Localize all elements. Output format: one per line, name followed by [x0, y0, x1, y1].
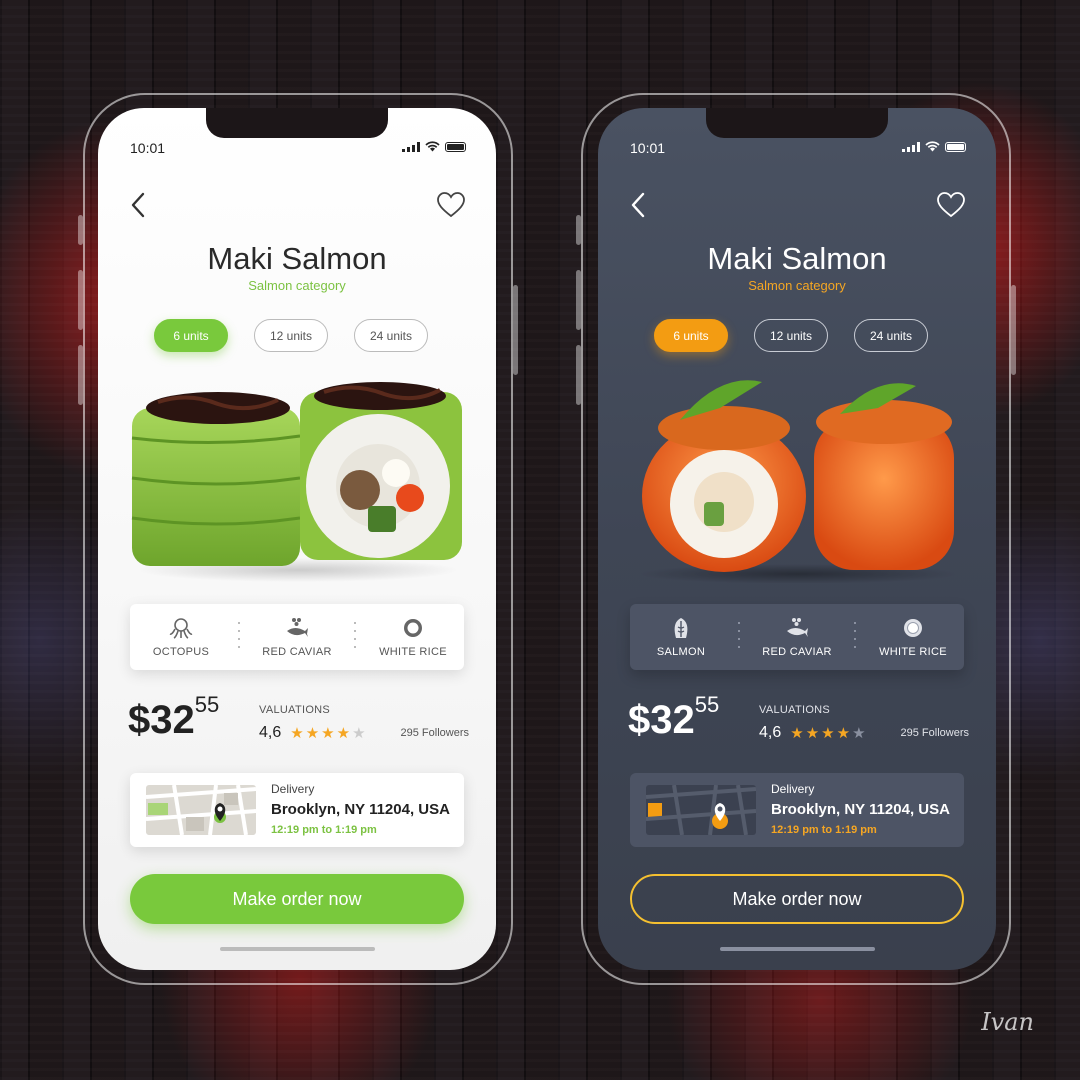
rice-icon: [901, 617, 925, 639]
ingredient-label: SALMON: [656, 645, 706, 658]
unit-option-12[interactable]: 12 units: [254, 319, 328, 352]
delivery-card[interactable]: Delivery Brooklyn, NY 11204, USA 12:19 p…: [130, 773, 464, 847]
status-time: 10:01: [630, 140, 666, 156]
status-icons: [402, 141, 466, 152]
battery-icon: [945, 141, 966, 152]
caviar-icon: [785, 617, 809, 639]
ingredient-item[interactable]: RED CAVIAR: [252, 617, 342, 658]
followers-count[interactable]: 295 Followers: [401, 727, 469, 739]
star-icon: ★: [852, 724, 866, 742]
map-thumbnail: [146, 785, 256, 835]
notch: [206, 108, 388, 138]
octopus-icon: [169, 617, 193, 639]
notch: [706, 108, 888, 138]
delivery-time: 12:19 pm to 1:19 pm: [771, 824, 877, 836]
valuations-label: VALUATIONS: [259, 704, 331, 716]
star-icon: ★: [290, 724, 304, 742]
unit-option-24[interactable]: 24 units: [354, 319, 428, 352]
product-category[interactable]: Salmon category: [598, 278, 996, 293]
unit-option-12[interactable]: 12 units: [754, 319, 828, 352]
star-icon: ★: [836, 724, 851, 742]
ingredient-label: WHITE RICE: [879, 645, 947, 658]
rating-row: 4,6 ★ ★ ★ ★ ★ 295 Followers: [259, 724, 469, 742]
unit-option-6[interactable]: 6 units: [154, 319, 228, 352]
divider: [238, 622, 240, 652]
wifi-icon: [425, 141, 440, 152]
make-order-button[interactable]: Make order now: [630, 874, 964, 924]
divider: [854, 622, 856, 652]
star-icon: ★: [305, 724, 320, 742]
phone-screen-light: 10:01 Maki Salmon Salmon category 6 unit…: [98, 108, 496, 970]
star-icon: ★: [805, 724, 820, 742]
ingredient-item[interactable]: SALMON: [636, 617, 726, 658]
delivery-label: Delivery: [771, 782, 815, 796]
delivery-address: Brooklyn, NY 11204, USA: [271, 801, 450, 818]
price: $3255: [628, 692, 719, 743]
valuations-label: VALUATIONS: [759, 704, 831, 716]
ingredients-panel: OCTOPUS RED CAVIAR WHITE RICE: [130, 604, 464, 670]
star-icon: ★: [821, 724, 835, 742]
ingredient-item[interactable]: RED CAVIAR: [752, 617, 842, 658]
delivery-card[interactable]: Delivery Brooklyn, NY 11204, USA 12:19 p…: [630, 773, 964, 847]
phone-screen-dark: 10:01 Maki Salmon Salmon category 6 unit…: [598, 108, 996, 970]
ingredient-item[interactable]: WHITE RICE: [368, 617, 458, 658]
price-cents: 55: [694, 692, 720, 717]
divider: [354, 622, 356, 652]
designer-signature: Ivan: [981, 1008, 1034, 1036]
ingredient-item[interactable]: OCTOPUS: [136, 617, 226, 658]
caviar-icon: [285, 617, 309, 639]
star-rating: ★ ★ ★ ★ ★: [790, 726, 865, 741]
favorite-heart-icon[interactable]: [936, 190, 966, 220]
price: $3255: [128, 692, 219, 743]
rating-value: 4,6: [759, 724, 782, 741]
home-indicator: [720, 947, 875, 951]
price-main: $32: [628, 698, 695, 742]
ingredient-label: WHITE RICE: [379, 645, 447, 658]
wifi-icon: [925, 141, 940, 152]
rating-row: 4,6 ★ ★ ★ ★ ★ 295 Followers: [759, 724, 969, 742]
ingredient-label: RED CAVIAR: [262, 645, 332, 658]
back-arrow-icon[interactable]: [628, 190, 648, 220]
sushi-image-orange-roll: [638, 380, 958, 583]
ingredient-item[interactable]: WHITE RICE: [868, 617, 958, 658]
battery-icon: [445, 141, 466, 152]
map-thumbnail: [646, 785, 756, 835]
star-icon: ★: [336, 724, 351, 742]
favorite-heart-icon[interactable]: [436, 190, 466, 220]
star-icon: ★: [790, 724, 804, 742]
rice-icon: [401, 617, 425, 639]
ingredient-label: RED CAVIAR: [762, 645, 832, 658]
unit-selector: 6 units 12 units 24 units: [654, 319, 928, 352]
followers-count[interactable]: 295 Followers: [901, 727, 969, 739]
make-order-button[interactable]: Make order now: [130, 874, 464, 924]
rating-value: 4,6: [259, 724, 282, 741]
salmon-icon: [669, 617, 693, 639]
delivery-label: Delivery: [271, 782, 315, 796]
home-indicator: [220, 947, 375, 951]
star-rating: ★ ★ ★ ★ ★: [290, 726, 365, 741]
signal-icon: [902, 141, 920, 152]
signal-icon: [402, 141, 420, 152]
price-cents: 55: [194, 692, 220, 717]
divider: [738, 622, 740, 652]
unit-option-24[interactable]: 24 units: [854, 319, 928, 352]
product-title: Maki Salmon: [707, 241, 887, 276]
price-main: $32: [128, 698, 195, 742]
delivery-time: 12:19 pm to 1:19 pm: [271, 824, 377, 836]
back-arrow-icon[interactable]: [128, 190, 148, 220]
ingredients-panel: SALMON RED CAVIAR WHITE RICE: [630, 604, 964, 670]
product-category[interactable]: Salmon category: [98, 278, 496, 293]
status-icons: [902, 141, 966, 152]
delivery-address: Brooklyn, NY 11204, USA: [771, 801, 950, 818]
status-time: 10:01: [130, 140, 166, 156]
star-icon: ★: [321, 724, 335, 742]
ingredient-label: OCTOPUS: [152, 645, 210, 658]
unit-selector: 6 units 12 units 24 units: [154, 319, 428, 352]
star-icon: ★: [352, 724, 366, 742]
sushi-image-green-roll: [131, 382, 462, 582]
unit-option-6[interactable]: 6 units: [654, 319, 728, 352]
product-title: Maki Salmon: [207, 241, 387, 276]
